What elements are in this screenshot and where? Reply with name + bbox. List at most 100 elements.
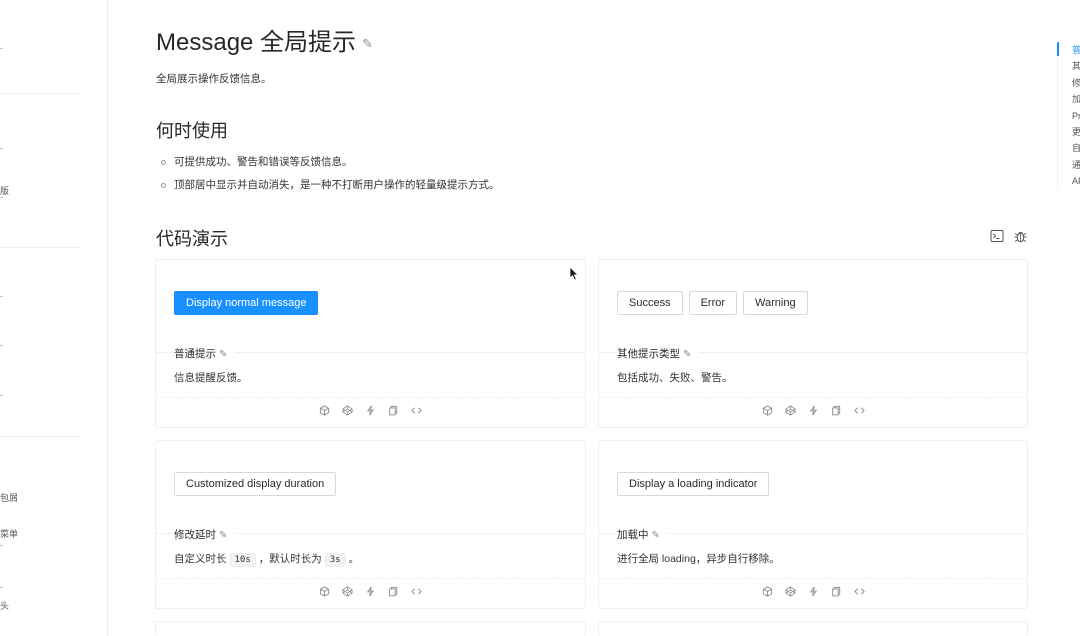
demo-card-partial (598, 621, 1028, 636)
code-actions (599, 585, 1027, 598)
anchor-item[interactable]: 其 (1058, 58, 1080, 74)
menu-divider (0, 93, 80, 94)
codepen-icon[interactable] (784, 404, 797, 417)
demo-title-text: 修改延时 (174, 529, 216, 541)
desc-text: 。 (348, 553, 360, 565)
code-demo-heading: 代码演示 (156, 229, 228, 249)
demo-description: 信息提醒反馈。 (174, 372, 248, 384)
code-expand-icon[interactable] (853, 585, 866, 598)
edit-icon[interactable]: ✎ (219, 349, 227, 360)
code-actions (599, 404, 1027, 417)
anchor-item[interactable]: 加 (1058, 91, 1080, 107)
demo-card-loading: Display a loading indicator 加载中 ✎ 进行全局 lo… (598, 440, 1028, 609)
divider (156, 397, 585, 399)
edit-icon[interactable]: ✎ (362, 36, 373, 51)
page-title: Message 全局提示 ✎ (156, 22, 373, 57)
menu-item[interactable] (0, 587, 3, 588)
thunderbolt-icon[interactable] (364, 585, 377, 598)
desc-text: 自定义时长 (174, 553, 227, 565)
anchor-item[interactable]: 普 (1058, 42, 1080, 58)
page-description: 全局展示操作反馈信息。 (156, 73, 272, 85)
copy-icon[interactable] (387, 404, 400, 417)
menu-item-fragment[interactable]: 版 (0, 184, 9, 197)
divider (156, 578, 585, 580)
demo-card-duration: Customized display duration 修改延时 ✎ 自定义时长 1… (155, 440, 586, 609)
warning-button[interactable]: Warning (743, 291, 808, 315)
error-button[interactable]: Error (688, 291, 738, 315)
menu-item[interactable] (0, 395, 3, 396)
desc-text: ，默认时长为 (258, 553, 322, 565)
codesandbox-icon[interactable] (318, 585, 331, 598)
list-item: 顶部居中显示并自动消失，是一种不打断用户操作的轻量级提示方式。 (156, 177, 500, 200)
demo-title: 其他提示类型 ✎ (617, 346, 700, 361)
menu-item[interactable] (0, 545, 3, 546)
anchor-item[interactable]: 自 (1058, 140, 1080, 156)
demo-title-text: 加载中 (617, 529, 649, 541)
side-menu: 版 包屑 菜单 头 (0, 0, 108, 636)
demo-description: 包括成功、失败、警告。 (617, 372, 733, 384)
demo-description: 自定义时长 10s ，默认时长为 3s。 (174, 551, 360, 567)
anchor-item[interactable]: Pr (1058, 108, 1080, 124)
demo-preview: Display a loading indicator (617, 472, 770, 496)
menu-item-fragment[interactable]: 头 (0, 599, 9, 612)
menu-item[interactable] (0, 296, 3, 297)
codesandbox-icon[interactable] (761, 404, 774, 417)
demo-title-text: 普通提示 (174, 348, 216, 360)
menu-divider (0, 247, 80, 248)
demo-card-basic: Display normal message 普通提示 ✎ 信息提醒反馈。 (155, 259, 586, 428)
divider (599, 578, 1027, 580)
codesandbox-icon[interactable] (318, 404, 331, 417)
demo-description: 进行全局 loading，异步自行移除。 (617, 553, 780, 565)
inline-code: 10s (229, 553, 256, 567)
customized-duration-button[interactable]: Customized display duration (174, 472, 337, 496)
when-to-use-list: 可提供成功、警告和错误等反馈信息。 顶部居中显示并自动消失，是一种不打断用户操作… (156, 154, 500, 200)
anchor-item[interactable]: 修 (1058, 75, 1080, 91)
display-loading-button[interactable]: Display a loading indicator (617, 472, 770, 496)
menu-item-fragment[interactable]: 菜单 (0, 527, 18, 540)
menu-item[interactable] (0, 48, 3, 49)
code-expand-icon[interactable] (410, 585, 423, 598)
menu-item[interactable] (0, 148, 3, 149)
code-actions (156, 585, 585, 598)
anchor-ink-indicator (1057, 42, 1059, 56)
demo-preview: Customized display duration (174, 472, 337, 496)
menu-item[interactable] (0, 345, 3, 346)
edit-icon[interactable]: ✎ (683, 349, 691, 360)
edit-icon[interactable]: ✎ (652, 530, 660, 541)
list-item: 可提供成功、警告和错误等反馈信息。 (156, 154, 500, 177)
copy-icon[interactable] (830, 585, 843, 598)
codepen-icon[interactable] (784, 585, 797, 598)
menu-item-fragment[interactable]: 包屑 (0, 491, 18, 504)
demo-preview: Display normal message (174, 291, 319, 315)
bug-icon[interactable] (1012, 228, 1028, 244)
codepen-icon[interactable] (341, 404, 354, 417)
anchor-item[interactable]: 更 (1058, 124, 1080, 140)
demo-title-text: 其他提示类型 (617, 348, 680, 360)
anchor-item[interactable]: AP (1058, 173, 1080, 189)
demo-preview: Success Error Warning (617, 291, 808, 315)
inline-code: 3s (324, 553, 346, 567)
mouse-cursor-icon (569, 266, 579, 286)
copy-icon[interactable] (830, 404, 843, 417)
divider (599, 397, 1027, 399)
menu-divider (0, 436, 80, 437)
anchor-item[interactable]: 通 (1058, 157, 1080, 173)
demo-card-other-types: Success Error Warning 其他提示类型 ✎ 包括成功、失败、警告… (598, 259, 1028, 428)
thunderbolt-icon[interactable] (807, 585, 820, 598)
terminal-icon[interactable] (989, 228, 1005, 244)
anchor-nav: 普 其 修 加 Pr 更 自 通 AP (1057, 42, 1080, 190)
thunderbolt-icon[interactable] (807, 404, 820, 417)
demo-title: 修改延时 ✎ (174, 527, 236, 542)
edit-icon[interactable]: ✎ (219, 530, 227, 541)
code-expand-icon[interactable] (853, 404, 866, 417)
copy-icon[interactable] (387, 585, 400, 598)
when-to-use-heading: 何时使用 (156, 121, 228, 141)
display-normal-message-button[interactable]: Display normal message (174, 291, 319, 315)
menu-item[interactable] (0, 197, 3, 198)
success-button[interactable]: Success (617, 291, 683, 315)
code-expand-icon[interactable] (410, 404, 423, 417)
thunderbolt-icon[interactable] (364, 404, 377, 417)
codepen-icon[interactable] (341, 585, 354, 598)
codesandbox-icon[interactable] (761, 585, 774, 598)
demo-card-partial (155, 621, 586, 636)
